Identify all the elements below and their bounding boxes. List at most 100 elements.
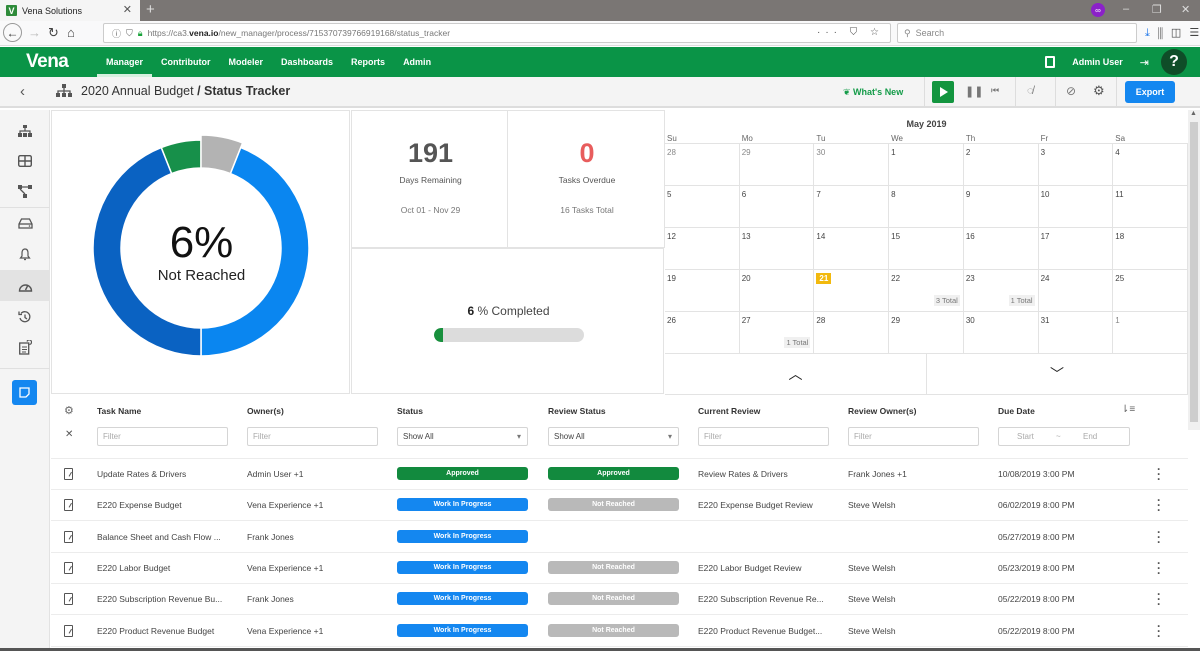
- help-button[interactable]: ?: [1161, 49, 1187, 75]
- calendar-day-cell[interactable]: 13: [739, 228, 815, 270]
- more-options-icon[interactable]: · · ·: [1156, 526, 1162, 548]
- calendar-day-cell[interactable]: 10: [1038, 186, 1114, 228]
- task-document-icon[interactable]: [64, 561, 73, 574]
- calendar-day-cell[interactable]: 12: [665, 228, 740, 270]
- calendar-day-cell[interactable]: 30: [814, 144, 890, 186]
- download-icon[interactable]: ⤓: [1145, 27, 1158, 39]
- browser-tab[interactable]: V Vena Solutions ✕: [0, 0, 140, 21]
- forward-icon[interactable]: →: [28, 25, 41, 40]
- sidebar-item-table[interactable]: [0, 145, 50, 176]
- calendar-day-cell[interactable]: 4: [1113, 144, 1188, 186]
- review-owners-filter[interactable]: Filter: [848, 427, 979, 446]
- user-name[interactable]: Admin User: [1072, 57, 1123, 67]
- calendar-prev-button[interactable]: ︿: [665, 353, 927, 395]
- close-tab-icon[interactable]: ✕: [123, 3, 132, 16]
- column-header-due-date[interactable]: Due Date: [998, 406, 1035, 416]
- vena-logo[interactable]: Vena: [26, 51, 69, 73]
- due-start-placeholder[interactable]: Start: [1017, 428, 1034, 445]
- calendar-day-cell[interactable]: 29: [889, 312, 964, 354]
- calendar-day-cell[interactable]: 1: [1113, 312, 1188, 354]
- task-name[interactable]: Update Rates & Drivers: [97, 469, 186, 479]
- minimize-icon[interactable]: –: [1123, 3, 1129, 15]
- status-filter-select[interactable]: Show All: [397, 427, 528, 446]
- calendar-next-button[interactable]: ﹀: [927, 353, 1188, 395]
- tracking-shield-icon[interactable]: ⛉: [126, 28, 133, 39]
- browser-search-input[interactable]: ⚲ Search: [897, 23, 1137, 43]
- task-name[interactable]: E220 Labor Budget: [97, 563, 170, 573]
- nav-contributor[interactable]: Contributor: [152, 47, 220, 77]
- calendar-day-cell[interactable]: 1: [889, 144, 964, 186]
- sort-icon[interactable]: ⇂≡: [1121, 404, 1135, 415]
- logout-icon[interactable]: ⇥: [1140, 56, 1149, 69]
- calendar-task-total-badge[interactable]: 1 Total: [784, 337, 811, 348]
- table-row[interactable]: E220 Product Revenue Budget Vena Experien…: [51, 616, 1188, 647]
- calendar-day-cell[interactable]: 22 3 Total: [889, 270, 964, 312]
- calendar-day-cell[interactable]: 26: [665, 312, 740, 354]
- calendar-day-cell[interactable]: 8: [889, 186, 964, 228]
- calendar-day-cell[interactable]: 28: [814, 312, 890, 354]
- sidebar-icon[interactable]: ◫: [1171, 27, 1189, 39]
- nav-dashboards[interactable]: Dashboards: [272, 47, 342, 77]
- calendar-task-total-badge[interactable]: 3 Total: [933, 295, 960, 306]
- process-name[interactable]: 2020 Annual Budget: [81, 84, 194, 98]
- column-header-review-status[interactable]: Review Status: [548, 406, 606, 416]
- table-row[interactable]: E220 Subscription Revenue Bu... Frank Jon…: [51, 584, 1188, 616]
- column-header-current-review[interactable]: Current Review: [698, 406, 760, 416]
- back-icon[interactable]: ←: [3, 23, 22, 42]
- task-document-icon[interactable]: [64, 593, 73, 606]
- scroll-up-icon[interactable]: ▲: [1190, 110, 1197, 117]
- info-icon[interactable]: ⓘ: [112, 27, 121, 40]
- sidebar-item-status-tracker[interactable]: [0, 270, 50, 301]
- whats-new-link[interactable]: ❦ What's New: [843, 87, 903, 98]
- clear-filters-icon[interactable]: ✕: [65, 429, 73, 440]
- new-tab-icon[interactable]: +: [146, 1, 155, 18]
- current-review-filter[interactable]: Filter: [698, 427, 829, 446]
- sidebar-item-task-report[interactable]: [0, 332, 50, 363]
- maximize-icon[interactable]: ❐: [1152, 3, 1162, 16]
- calendar-day-cell[interactable]: 31: [1038, 312, 1114, 354]
- task-document-icon[interactable]: [64, 530, 73, 543]
- page-scrollbar[interactable]: ▲: [1188, 110, 1200, 430]
- column-header-review-owners[interactable]: Review Owner(s): [848, 406, 917, 416]
- due-end-placeholder[interactable]: End: [1083, 428, 1097, 445]
- task-name[interactable]: E220 Expense Budget: [97, 500, 182, 510]
- calendar-day-cell[interactable]: 18: [1113, 228, 1188, 270]
- scrollbar-thumb[interactable]: [1190, 122, 1198, 422]
- comment-button[interactable]: [12, 380, 37, 405]
- check-circle-icon[interactable]: ⊘: [1066, 84, 1076, 98]
- task-document-icon[interactable]: [64, 468, 73, 480]
- calendar-day-cell[interactable]: 3: [1038, 144, 1114, 186]
- calendar-day-cell[interactable]: 27 1 Total: [739, 312, 815, 354]
- window-close-icon[interactable]: ✕: [1181, 3, 1190, 16]
- calendar-day-cell[interactable]: 25: [1113, 270, 1188, 312]
- more-options-icon[interactable]: · · ·: [1156, 557, 1162, 579]
- more-options-icon[interactable]: · · ·: [1156, 463, 1162, 485]
- table-row[interactable]: E220 Expense Budget Vena Experience +1 Wor…: [51, 490, 1188, 522]
- owners-filter[interactable]: Filter: [247, 427, 378, 446]
- nav-manager[interactable]: Manager: [97, 47, 153, 77]
- due-date-range-filter[interactable]: Start ~ End: [998, 427, 1130, 446]
- task-document-icon[interactable]: [64, 499, 73, 512]
- export-button[interactable]: Export: [1125, 81, 1175, 103]
- calendar-day-cell[interactable]: 16: [963, 228, 1039, 270]
- nav-reports[interactable]: Reports: [342, 47, 394, 77]
- task-name[interactable]: E220 Subscription Revenue Bu...: [97, 594, 222, 604]
- calendar-day-cell[interactable]: 2: [963, 144, 1039, 186]
- nav-admin[interactable]: Admin: [394, 47, 440, 77]
- task-name[interactable]: E220 Product Revenue Budget: [97, 626, 214, 636]
- calendar-day-cell[interactable]: 7: [814, 186, 890, 228]
- table-row[interactable]: Update Rates & Drivers Admin User +1 Appro…: [51, 459, 1188, 490]
- reset-icon[interactable]: ⏮: [991, 85, 999, 96]
- calendar-day-cell[interactable]: 11: [1113, 186, 1188, 228]
- sidebar-item-drive[interactable]: [0, 208, 50, 239]
- column-settings-gear-icon[interactable]: ⚙: [64, 404, 74, 417]
- task-document-icon[interactable]: [64, 624, 73, 637]
- settings-gear-icon[interactable]: ⚙: [1093, 83, 1105, 99]
- reload-icon[interactable]: ↻: [48, 25, 59, 41]
- sidebar-item-history[interactable]: [0, 301, 50, 332]
- more-options-icon[interactable]: · · ·: [1156, 620, 1162, 642]
- calendar-day-cell[interactable]: 15: [889, 228, 964, 270]
- calendar-day-cell[interactable]: 5: [665, 186, 740, 228]
- calendar-day-cell[interactable]: 19: [665, 270, 740, 312]
- calendar-day-cell[interactable]: 6: [739, 186, 815, 228]
